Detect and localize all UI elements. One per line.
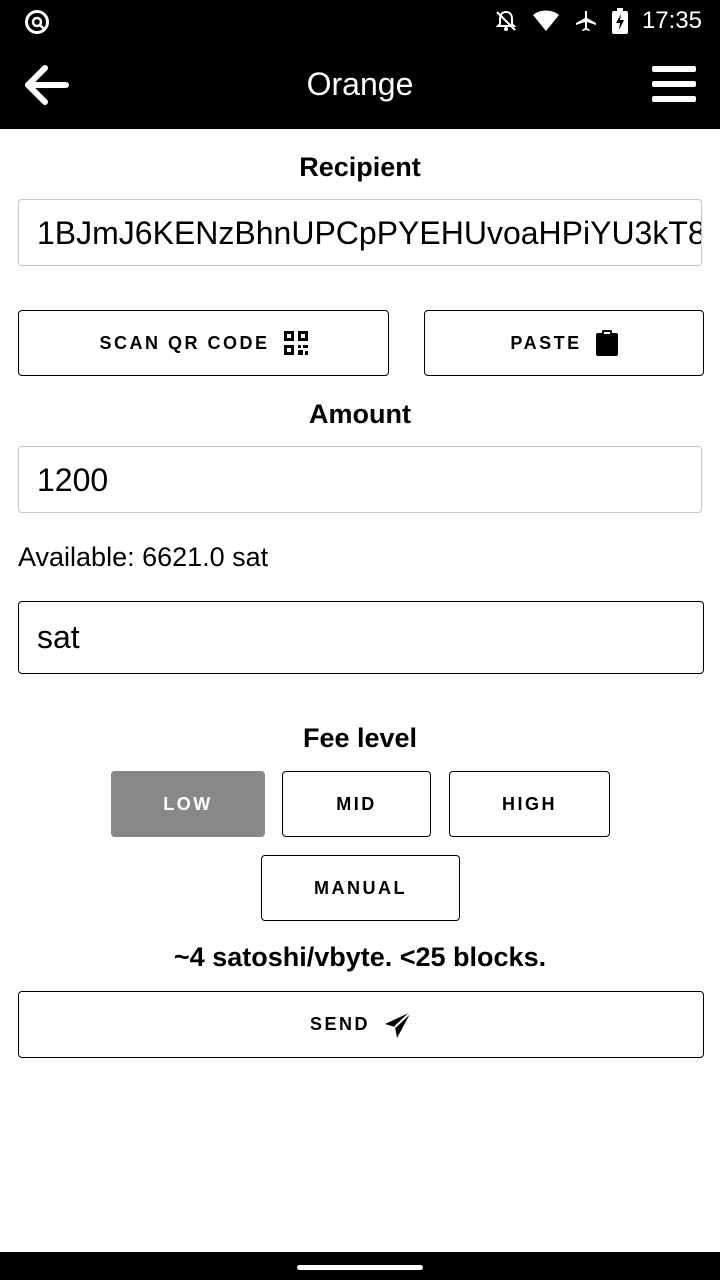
recipient-label: Recipient [299,152,421,182]
amount-label: Amount [309,399,411,429]
hamburger-menu-icon[interactable] [652,64,696,104]
system-nav-bar [0,1252,720,1280]
fee-mid-button[interactable]: MID [282,771,431,837]
battery-charging-icon [611,8,628,34]
status-bar: 17:35 [0,0,720,42]
airplane-icon [575,11,596,31]
fee-low-label: LOW [163,793,213,814]
fee-info-text: ~4 satoshi/vbyte. <25 blocks. [173,942,547,972]
app-notification-icon [25,10,49,34]
fee-high-label: HIGH [502,793,557,814]
fee-manual-label: MANUAL [314,877,407,898]
fee-level-label: Fee level [302,723,418,753]
send-button[interactable]: SEND [18,991,704,1058]
send-paper-plane-icon [385,1010,412,1038]
unit-select[interactable]: sat [18,601,704,674]
fee-manual-button[interactable]: MANUAL [261,855,460,921]
paste-label: PASTE [510,332,582,353]
status-clock: 17:35 [641,7,702,34]
available-balance: Available: 6621.0 sat [18,542,269,572]
fee-mid-label: MID [336,793,377,814]
recipient-address-input[interactable]: 1BJmJ6KENzBhnUPCpPYEHUvoaHPiYU3kT8 [18,199,702,266]
clipboard-icon [595,330,618,356]
qr-code-icon [283,331,308,355]
scan-qr-code-button[interactable]: SCAN QR CODE [18,310,389,376]
notifications-off-icon [495,10,517,31]
send-label: SEND [309,1014,370,1034]
scan-qr-code-label: SCAN QR CODE [99,332,270,353]
wifi-icon [532,10,559,31]
page-title: Orange [306,66,414,102]
fee-high-button[interactable]: HIGH [449,771,610,837]
app-bar: Orange [0,42,720,129]
paste-button[interactable]: PASTE [424,310,704,376]
amount-input[interactable]: 1200 [18,446,702,513]
home-gesture-handle[interactable] [297,1265,423,1270]
fee-low-button[interactable]: LOW [111,771,265,837]
